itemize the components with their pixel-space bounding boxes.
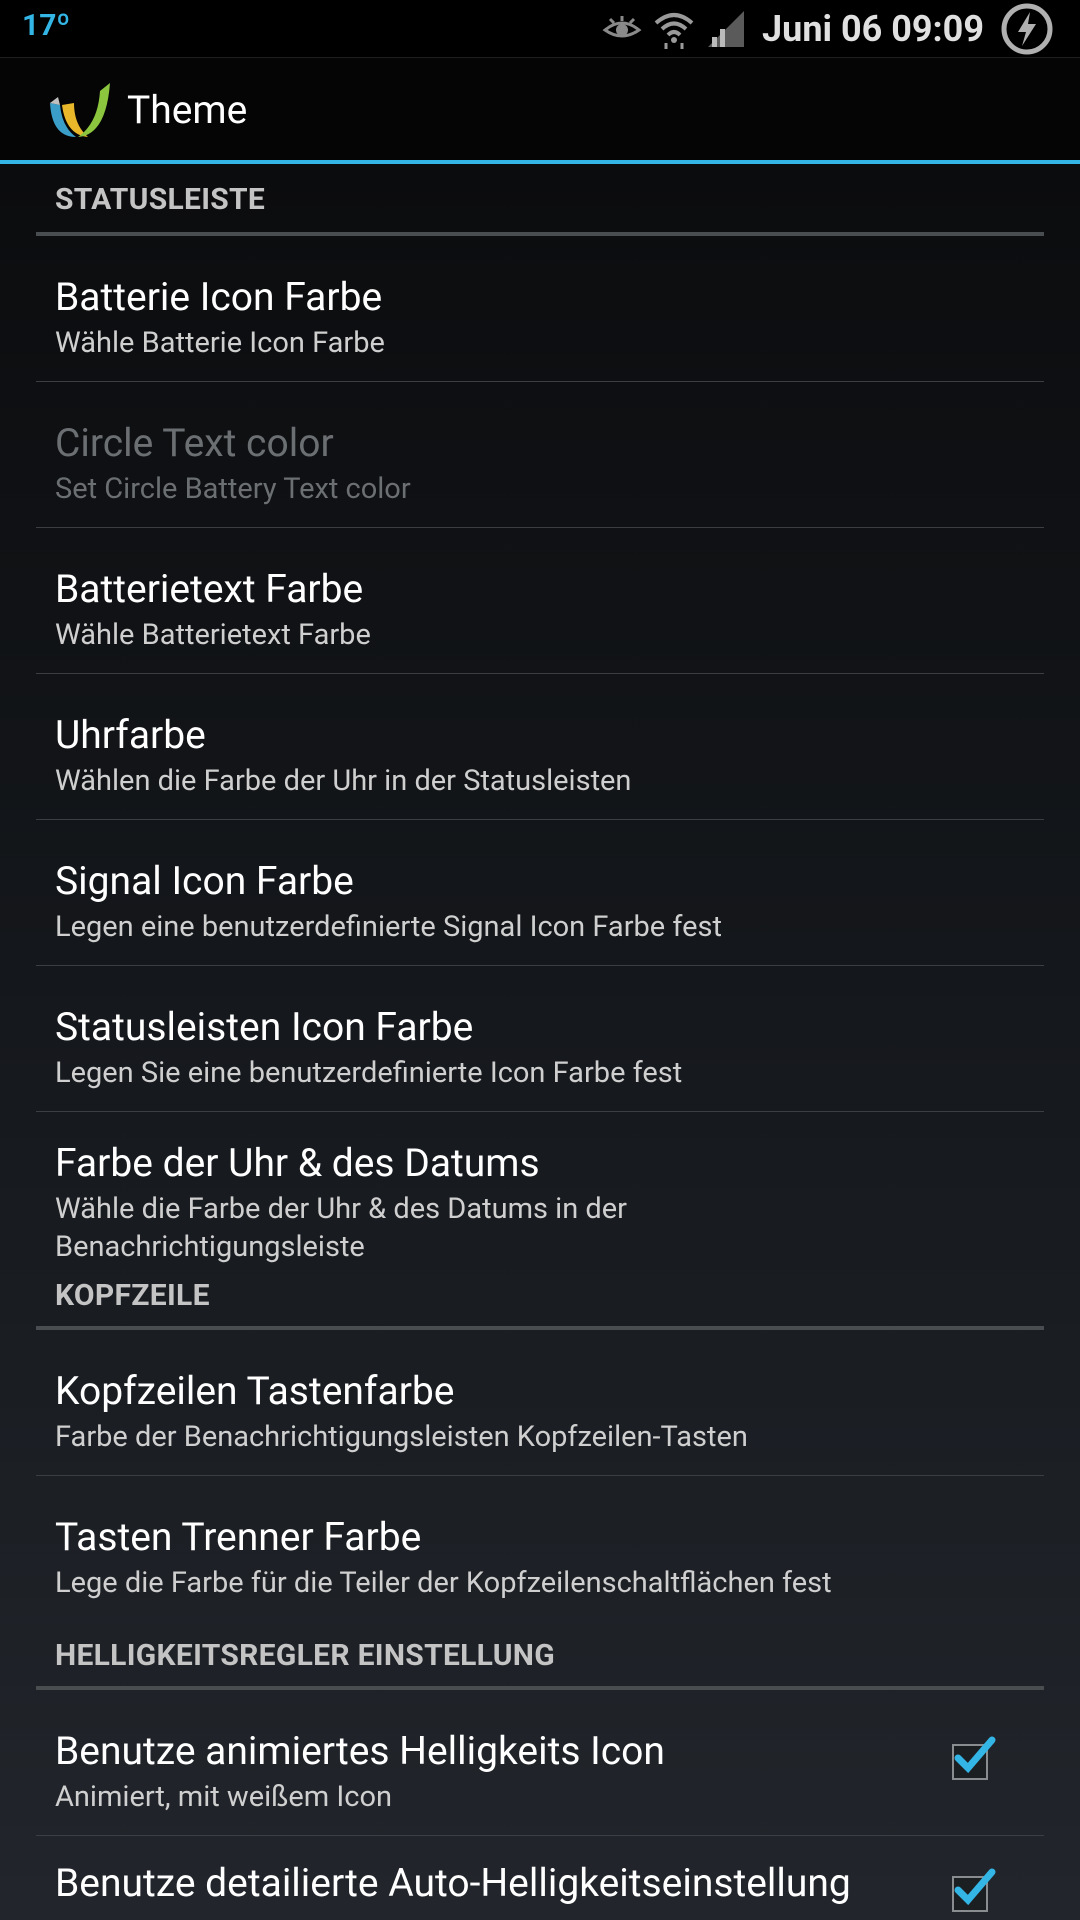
pref-signal-icon-farbe[interactable]: Signal Icon Farbe Legen eine benutzerdef… — [36, 820, 1044, 966]
pref-circle-text-color: Circle Text color Set Circle Battery Tex… — [36, 382, 1044, 528]
preferences-list[interactable]: STATUSLEISTE Batterie Icon Farbe Wähle B… — [0, 164, 1080, 1920]
pref-summary: Animiert, mit weißem Icon — [55, 1780, 393, 1814]
pref-summary: Set Circle Battery Text color — [55, 472, 411, 506]
section-header-helligkeitsregler: HELLIGKEITSREGLER EINSTELLUNG — [36, 1624, 1044, 1690]
temperature-readout: 17º — [22, 8, 71, 43]
pref-title: Statusleisten Icon Farbe — [55, 1004, 474, 1050]
pref-kopfzeilen-tastenfarbe[interactable]: Kopfzeilen Tastenfarbe Farbe der Benachr… — [36, 1330, 1044, 1476]
pref-title: Benutze detailierte Auto-Helligkeitseins… — [55, 1860, 851, 1906]
wifi-icon — [654, 12, 694, 49]
pref-summary: Legen Sie eine benutzerdefinierte Icon F… — [55, 1056, 683, 1090]
status-bar: 17º Juni 06 09:09 — [0, 0, 1080, 58]
pref-title: Kopfzeilen Tastenfarbe — [55, 1368, 455, 1414]
page-title: Theme — [127, 87, 248, 133]
pref-title: Signal Icon Farbe — [55, 858, 354, 904]
pref-summary: Wählen die Farbe der Uhr in der Statusle… — [55, 764, 632, 798]
section-header-statusleiste: STATUSLEISTE — [36, 164, 1044, 236]
status-icons: Juni 06 09:09 — [602, 0, 1054, 57]
pref-title: Circle Text color — [55, 420, 334, 466]
pref-summary: Legen eine benutzerdefinierte Signal Ico… — [55, 910, 722, 944]
pref-summary: Farbe der Benachrichtigungsleisten Kopfz… — [55, 1420, 748, 1454]
pref-statusleisten-icon-farbe[interactable]: Statusleisten Icon Farbe Legen Sie eine … — [36, 966, 1044, 1112]
checkmark-icon — [954, 1868, 996, 1906]
action-bar: Theme — [0, 58, 1080, 164]
pref-animiertes-helligkeits-icon[interactable]: Benutze animiertes Helligkeits Icon Anim… — [36, 1690, 1044, 1836]
pref-title: Farbe der Uhr & des Datums — [55, 1140, 540, 1186]
app-logo-icon[interactable] — [44, 77, 118, 143]
signal-icon — [708, 10, 745, 47]
pref-tasten-trenner-farbe[interactable]: Tasten Trenner Farbe Lege die Farbe für … — [36, 1476, 1044, 1624]
pref-title: Tasten Trenner Farbe — [55, 1514, 422, 1560]
battery-charging-icon — [1001, 3, 1053, 54]
pref-farbe-uhr-datum[interactable]: Farbe der Uhr & des Datums Wähle die Far… — [36, 1112, 1044, 1272]
pref-uhrfarbe[interactable]: Uhrfarbe Wählen die Farbe der Uhr in der… — [36, 674, 1044, 820]
pref-batterietext-farbe[interactable]: Batterietext Farbe Wähle Batterietext Fa… — [36, 528, 1044, 674]
pref-title: Uhrfarbe — [55, 712, 206, 758]
pref-title: Batterie Icon Farbe — [55, 274, 383, 320]
pref-batterie-icon-farbe[interactable]: Batterie Icon Farbe Wähle Batterie Icon … — [36, 236, 1044, 382]
clock: Juni 06 09:09 — [762, 7, 984, 50]
pref-summary: Lege die Farbe für die Teiler der Kopfze… — [55, 1566, 832, 1600]
eye-icon — [602, 15, 642, 37]
pref-detaillierte-auto-helligkeit[interactable]: Benutze detailierte Auto-Helligkeitseins… — [36, 1836, 1044, 1920]
checkmark-icon — [954, 1736, 996, 1774]
checkbox-animated-brightness[interactable] — [952, 1736, 996, 1780]
pref-summary: Wähle Batterie Icon Farbe — [55, 326, 385, 360]
pref-title: Batterietext Farbe — [55, 566, 364, 612]
pref-title: Benutze animiertes Helligkeits Icon — [55, 1728, 665, 1774]
section-header-kopfzeile: KOPFZEILE — [36, 1272, 1044, 1330]
checkbox-detailed-auto-brightness[interactable] — [952, 1868, 996, 1912]
pref-summary: Wähle Batterietext Farbe — [55, 618, 371, 652]
pref-summary: Wähle die Farbe der Uhr & des Datums in … — [55, 1192, 627, 1264]
